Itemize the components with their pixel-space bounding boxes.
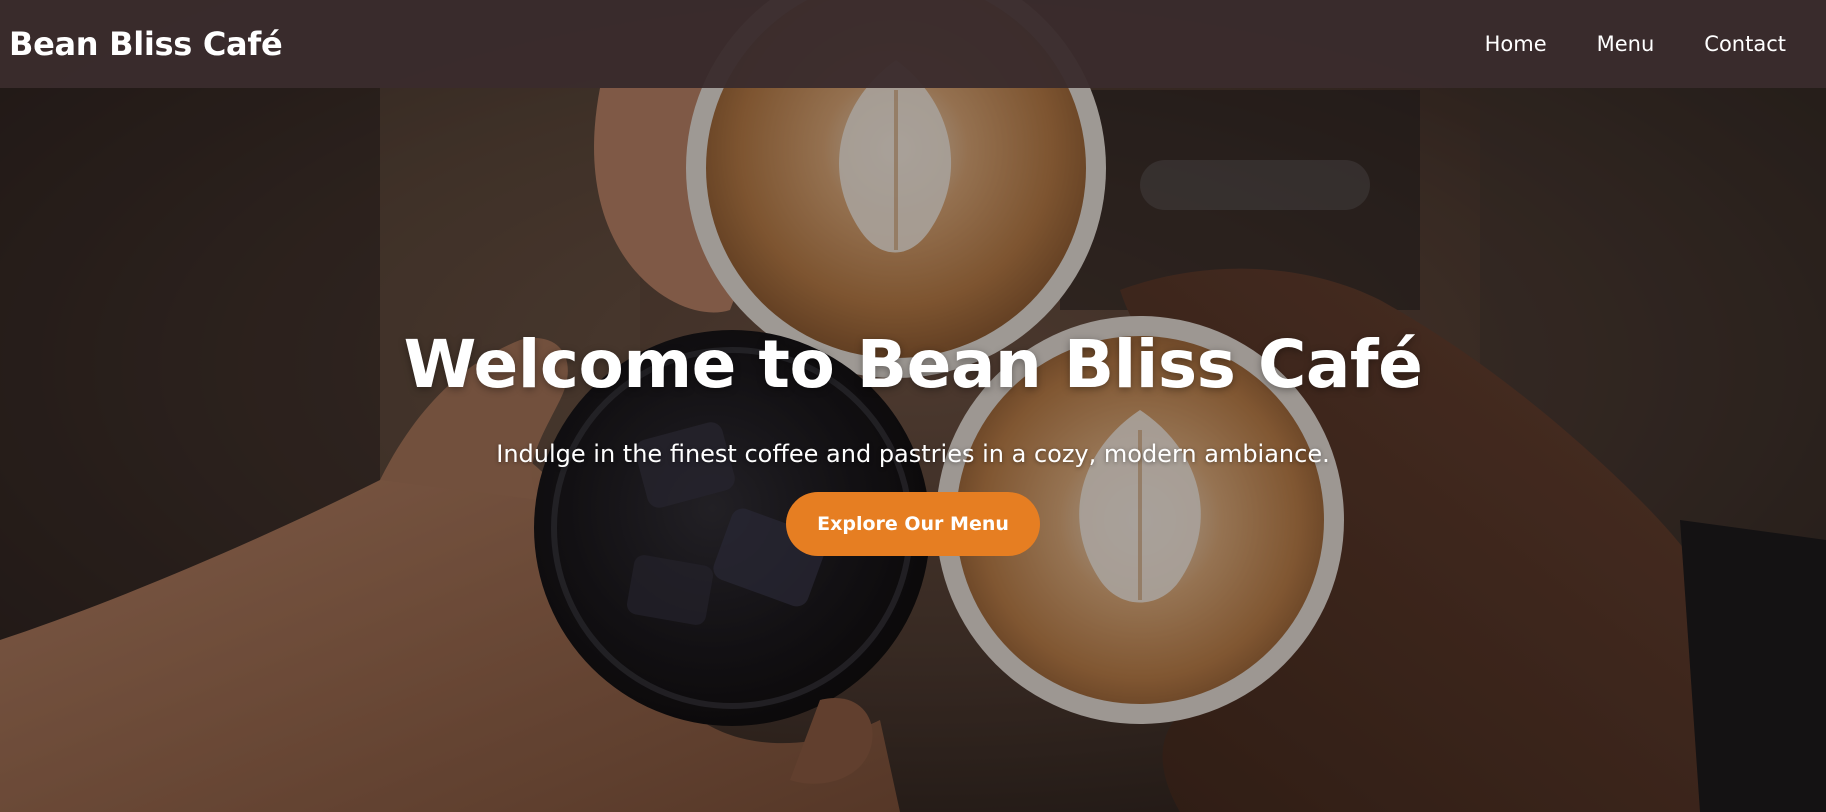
brand-logo-text[interactable]: Bean Bliss Café [9,25,283,63]
hero-subtitle: Indulge in the finest coffee and pastrie… [496,440,1330,468]
nav-link-menu[interactable]: Menu [1597,32,1655,56]
nav-link-home[interactable]: Home [1485,32,1547,56]
nav-links: Home Menu Contact [1485,32,1786,56]
top-navbar: Bean Bliss Café Home Menu Contact [0,0,1826,88]
hero-content: Welcome to Bean Bliss Café Indulge in th… [0,320,1826,556]
explore-menu-button[interactable]: Explore Our Menu [786,492,1040,556]
hero-section: Bean Bliss Café Home Menu Contact Welcom… [0,0,1826,812]
hero-title: Welcome to Bean Bliss Café [403,326,1423,403]
nav-link-contact[interactable]: Contact [1704,32,1786,56]
